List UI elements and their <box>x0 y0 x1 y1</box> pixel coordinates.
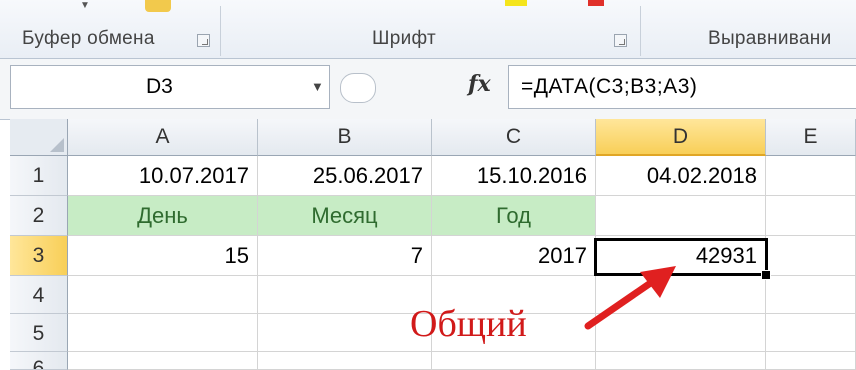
arrow-shaft <box>584 278 656 330</box>
annotation-label: Общий <box>410 303 527 345</box>
arrow-head <box>640 266 676 298</box>
